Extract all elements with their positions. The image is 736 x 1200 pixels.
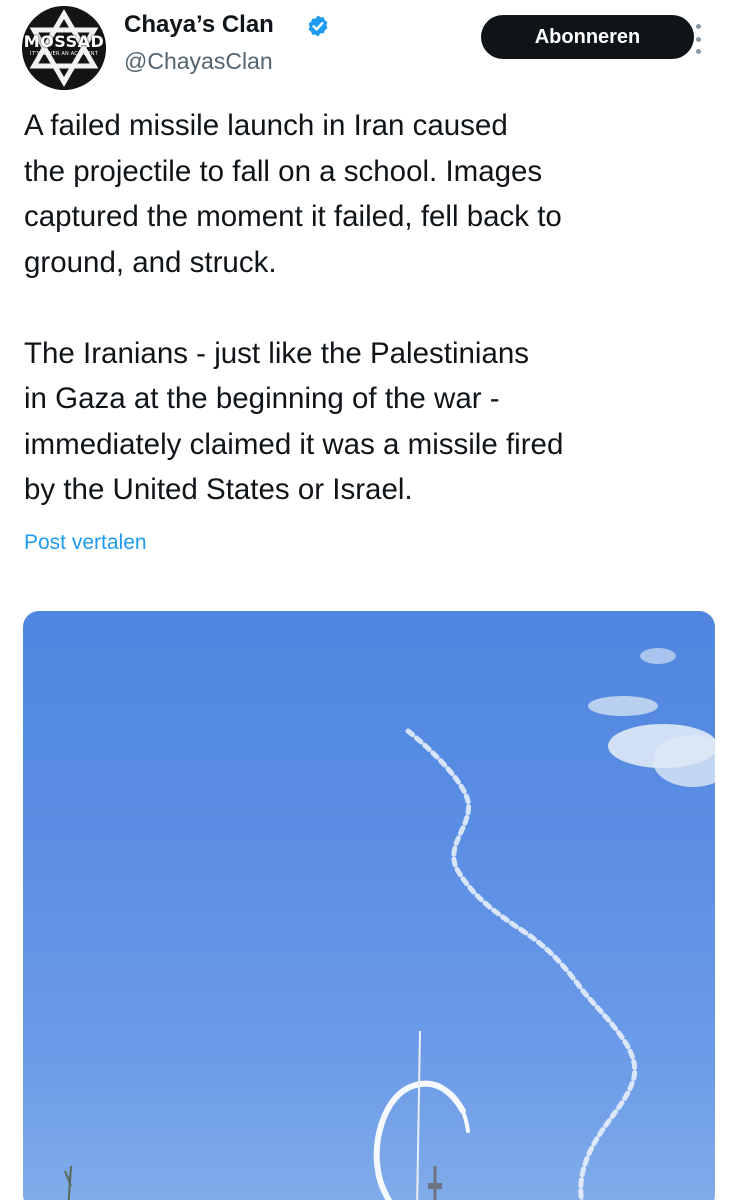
post-text: A failed missile launch in Iran caused t…: [24, 103, 714, 513]
post-text-line: A failed missile launch in Iran caused: [24, 109, 508, 142]
author-handle[interactable]: @ChayasClan: [124, 46, 273, 76]
more-dot: [695, 24, 701, 29]
post-text-line: The Iranians - just like the Palestinian…: [24, 336, 530, 370]
post-text-line: the projectile to fall on a school. Imag…: [24, 154, 543, 188]
verified-badge-icon: [308, 15, 328, 37]
sky-photo-illustration: [64, 648, 715, 1200]
more-dot: [695, 36, 701, 42]
avatar-label: MOSSAD: [23, 32, 105, 51]
more-vertical-icon[interactable]: [692, 24, 704, 54]
avatar[interactable]: MOSSAD IT'S NEVER AN ACCIDENT: [22, 6, 106, 90]
post-text-line: captured the moment it failed, fell back…: [24, 200, 562, 233]
post-text-line: immediately claimed it was a missile fir…: [24, 427, 564, 461]
more-dot: [695, 49, 701, 54]
post-text-line: ground, and struck.: [24, 245, 277, 279]
post-media-photo[interactable]: [23, 611, 715, 1200]
translate-post-link[interactable]: Post vertalen: [24, 528, 147, 558]
avatar-tagline: IT'S NEVER AN ACCIDENT: [30, 51, 98, 57]
post-text-line: in Gaza at the beginning of the war -: [24, 382, 500, 415]
subscribe-button[interactable]: Abonneren: [481, 15, 694, 59]
post-text-line: by the United States or Israel.: [24, 473, 413, 506]
author-display-name[interactable]: Chaya’s Clan: [124, 10, 274, 40]
post: MOSSAD IT'S NEVER AN ACCIDENT Chaya’s Cl…: [0, 0, 736, 1200]
